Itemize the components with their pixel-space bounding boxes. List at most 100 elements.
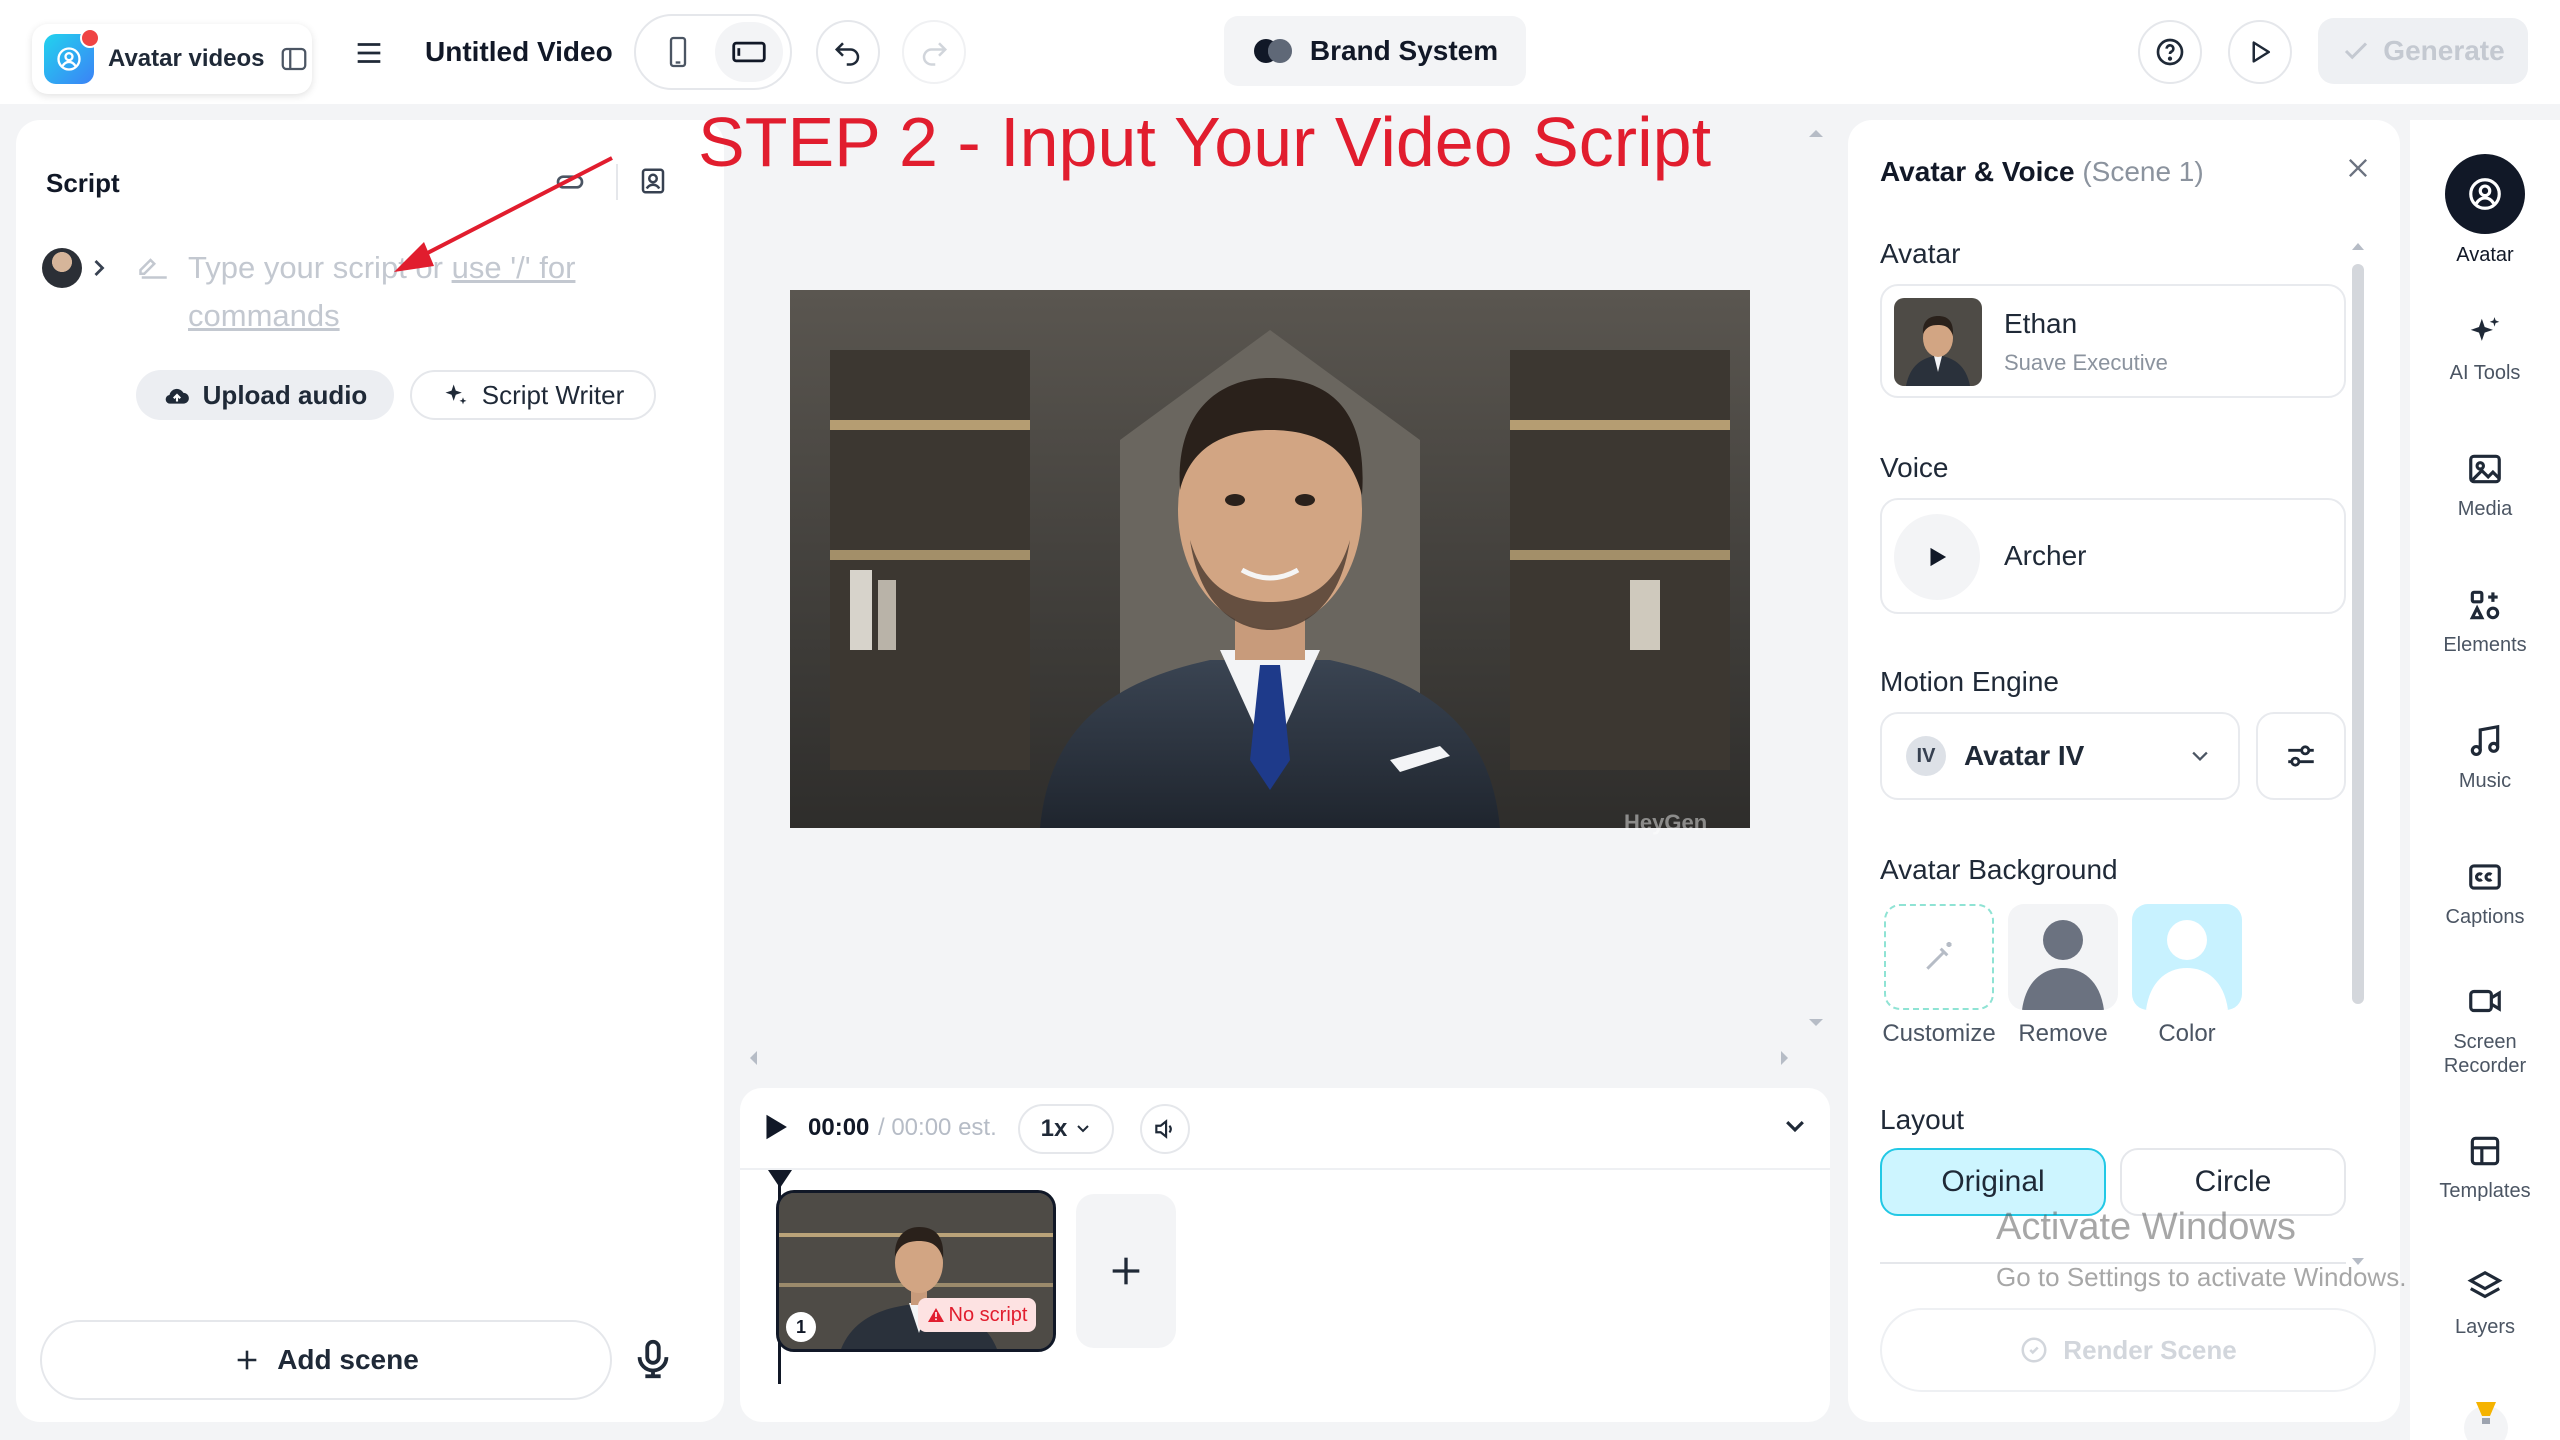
scene-avatar[interactable] [42, 248, 82, 288]
play-icon [1930, 547, 1947, 567]
app-switcher[interactable]: Avatar videos [32, 24, 312, 94]
panel-scrollbar[interactable] [2352, 264, 2364, 1004]
layers-icon [2467, 1270, 2503, 1299]
voice-card[interactable]: Archer [1880, 498, 2346, 614]
scroll-right-icon[interactable] [1778, 1048, 1792, 1068]
video-title[interactable]: Untitled Video [425, 36, 613, 68]
help-button[interactable] [2138, 20, 2202, 84]
motion-engine-select[interactable]: IV Avatar IV [1880, 712, 2240, 800]
magic-wand-icon [1926, 942, 1952, 970]
avatar-thumbnail [1894, 298, 1982, 386]
avatar-preview-image [790, 290, 1750, 828]
add-scene-tile[interactable] [1076, 1194, 1176, 1348]
bg-color-tile[interactable] [2132, 904, 2242, 1010]
scroll-up-icon[interactable] [1806, 126, 1826, 140]
speed-select[interactable]: 1x [1018, 1104, 1114, 1154]
annotation-arrow-icon [394, 156, 613, 272]
person-silhouette-icon [2146, 920, 2228, 1010]
rail-item-captions[interactable]: Captions [2410, 858, 2560, 929]
rail-item-layers[interactable]: Layers [2410, 1268, 2560, 1339]
scene-number: 1 [786, 1312, 816, 1342]
undo-button[interactable] [816, 20, 880, 84]
app-logo-icon [44, 28, 100, 84]
sliders-icon [2288, 745, 2314, 767]
redo-icon [922, 42, 948, 66]
layout-label: Layout [1880, 1104, 1965, 1135]
person-silhouette-icon [2022, 920, 2104, 1010]
estimated-duration: / 00:00 est. [878, 1114, 997, 1141]
templates-icon [2470, 1136, 2500, 1166]
script-edit-icon [136, 250, 170, 280]
menu-icon[interactable] [352, 36, 386, 70]
undo-icon [834, 42, 860, 66]
rail-item-avatar[interactable]: Avatar [2410, 154, 2560, 267]
bg-customize-tile[interactable] [1884, 904, 1994, 1010]
video-camera-icon [2469, 989, 2501, 1013]
cloud-upload-icon [165, 388, 189, 404]
check-icon [2345, 42, 2368, 60]
brand-toggle-icon [1253, 39, 1292, 63]
avatar-script-icon[interactable] [638, 166, 668, 196]
help-icon [2156, 38, 2184, 66]
script-title: Script [46, 168, 120, 198]
chevron-down-icon [1077, 1125, 1090, 1133]
sparkle-icon [445, 384, 467, 405]
rail-item-screen-recorder[interactable]: Screen Recorder [2410, 982, 2560, 1078]
app-name: Avatar videos [108, 45, 265, 72]
chevron-right-icon[interactable] [88, 254, 110, 282]
scroll-down-icon[interactable] [1806, 1016, 1826, 1030]
rail-item-media[interactable]: Media [2410, 450, 2560, 521]
render-scene-button[interactable]: Render Scene [1880, 1308, 2376, 1392]
rail-item-ai-tools[interactable]: AI Tools [2410, 314, 2560, 385]
script-writer-button[interactable]: Script Writer [410, 370, 656, 420]
bg-remove-tile[interactable] [2008, 904, 2118, 1010]
avatar-card[interactable]: Ethan Suave Executive [1880, 284, 2346, 398]
engine-badge: IV [1906, 736, 1946, 776]
image-icon [2469, 454, 2501, 484]
scroll-left-icon[interactable] [746, 1048, 760, 1068]
step-annotation: STEP 2 - Input Your Video Script [698, 103, 1712, 181]
landscape-button[interactable] [714, 22, 783, 82]
close-icon[interactable] [2344, 154, 2372, 182]
portrait-button[interactable] [644, 22, 712, 82]
voice-play-button[interactable] [1894, 514, 1980, 600]
engine-settings-button[interactable] [2256, 712, 2346, 800]
rail-item-elements[interactable]: Elements [2410, 586, 2560, 657]
sidebar-toggle-icon[interactable] [279, 44, 309, 74]
video-canvas[interactable] [790, 290, 1750, 828]
bg-option-color: Color [2158, 1020, 2216, 1047]
avatar-label: Avatar [1880, 238, 1961, 269]
generate-label: Generate [2383, 35, 2505, 66]
rail-item-music[interactable]: Music [2410, 722, 2560, 793]
music-icon [2470, 724, 2500, 757]
activate-windows-subtitle: Go to Settings to activate Windows. [1996, 1262, 2407, 1292]
lightbulb-icon[interactable] [2454, 1382, 2518, 1440]
scroll-up-icon[interactable] [2350, 240, 2366, 252]
voice-label: Voice [1880, 452, 1949, 483]
plus-icon [237, 1350, 257, 1370]
rail-item-templates[interactable]: Templates [2410, 1132, 2560, 1203]
no-script-badge: No script [918, 1298, 1036, 1332]
microphone-icon[interactable] [630, 1336, 676, 1382]
avatar-icon [2445, 154, 2525, 234]
brand-label: Brand System [1309, 35, 1499, 66]
elements-icon [2469, 590, 2500, 620]
render-icon [2021, 1337, 2047, 1363]
motion-engine-label: Motion Engine [1880, 666, 2060, 697]
current-time: 00:00 [808, 1114, 870, 1141]
generate-button[interactable]: Generate [2318, 18, 2528, 84]
brand-system-button[interactable]: Brand System [1224, 16, 1526, 86]
avatar-name: Ethan [2004, 308, 2078, 339]
upload-audio-button[interactable]: Upload audio [136, 370, 394, 420]
orientation-toggle [634, 14, 792, 90]
collapse-timeline-icon[interactable] [1782, 1116, 1808, 1136]
preview-button[interactable] [2228, 20, 2292, 84]
redo-button[interactable] [902, 20, 966, 84]
timeline-play-icon[interactable] [762, 1112, 790, 1142]
warning-icon [927, 1308, 944, 1322]
plus-icon [1112, 1257, 1140, 1285]
avatar-background-label: Avatar Background [1880, 854, 2118, 885]
add-scene-button[interactable]: Add scene [40, 1320, 612, 1400]
captions-icon [2469, 864, 2501, 890]
volume-button[interactable] [1140, 1104, 1190, 1154]
